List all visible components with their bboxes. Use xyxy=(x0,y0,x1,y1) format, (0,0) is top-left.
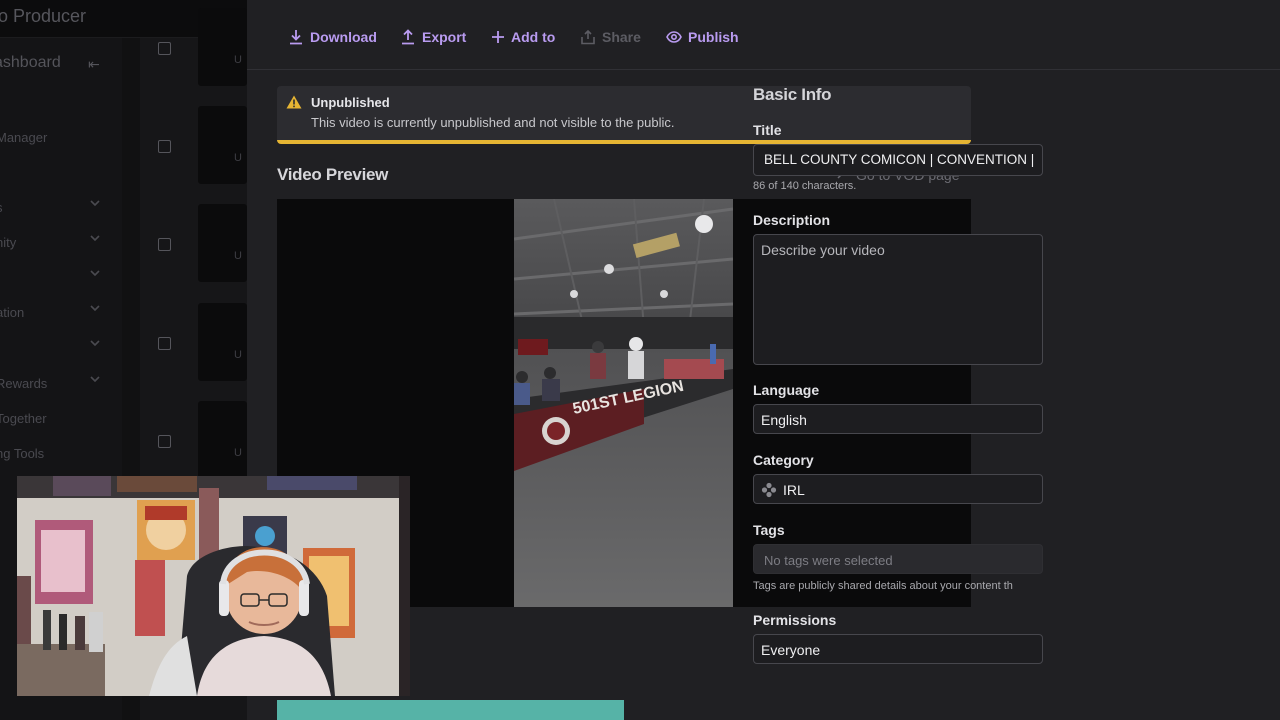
export-label: Export xyxy=(422,29,467,45)
video-preview-heading: Video Preview xyxy=(277,165,389,184)
tags-input[interactable]: No tags were selected xyxy=(753,544,1043,574)
language-select[interactable]: English xyxy=(753,404,1043,434)
tags-hint: Tags are publicly shared details about y… xyxy=(753,580,1013,592)
export-button[interactable]: Export xyxy=(400,27,466,47)
notice-title: Unpublished xyxy=(311,95,390,110)
warning-icon xyxy=(286,95,302,109)
language-label: Language xyxy=(753,382,820,398)
teal-bar xyxy=(277,700,624,720)
eye-icon xyxy=(666,29,682,45)
row-checkbox xyxy=(158,238,171,251)
category-label: Category xyxy=(753,452,814,468)
title-char-count: 86 of 140 characters. xyxy=(753,180,857,192)
row-checkbox xyxy=(158,435,171,448)
category-value: IRL xyxy=(783,482,805,498)
chevron-down-icon xyxy=(90,233,100,243)
plus-icon xyxy=(491,30,505,44)
add-to-label: Add to xyxy=(511,29,556,45)
row-checkbox xyxy=(158,140,171,153)
description-placeholder: Describe your video xyxy=(761,242,885,258)
background-video-row: U xyxy=(140,102,247,184)
background-video-row: U xyxy=(140,200,247,282)
collapse-sidebar-icon: ⇤ xyxy=(88,56,100,72)
background-video-row: U xyxy=(140,299,247,381)
chevron-down-icon xyxy=(90,338,100,348)
title-label: Title xyxy=(753,122,782,138)
permissions-label: Permissions xyxy=(753,612,837,628)
publish-button[interactable]: Publish xyxy=(666,27,739,47)
row-checkbox xyxy=(158,337,171,350)
gamepad-icon xyxy=(761,482,777,503)
basic-info-heading: Basic Info xyxy=(753,85,832,104)
upload-icon xyxy=(400,29,416,45)
language-value: English xyxy=(761,412,807,428)
permissions-value: Everyone xyxy=(761,642,821,658)
chevron-down-icon xyxy=(90,374,100,384)
share-icon xyxy=(580,29,596,45)
category-select[interactable]: IRL xyxy=(753,474,1043,504)
share-button[interactable]: Share xyxy=(580,27,641,47)
title-input-value: BELL COUNTY COMICON | CONVENTION | xyxy=(764,152,1035,167)
title-input[interactable]: BELL COUNTY COMICON | CONVENTION | xyxy=(753,144,1043,176)
video-frame: 501ST LEGION xyxy=(514,199,733,607)
background-video-row: U xyxy=(140,397,247,479)
background-video-row: U xyxy=(140,4,247,86)
description-label: Description xyxy=(753,212,831,228)
add-to-button[interactable]: Add to xyxy=(491,27,555,47)
download-icon xyxy=(288,29,304,45)
background-app-title: o Producer xyxy=(0,6,87,26)
video-thumbnail: U xyxy=(198,8,247,86)
video-thumbnail: U xyxy=(198,401,247,479)
publish-label: Publish xyxy=(688,29,739,45)
tags-placeholder: No tags were selected xyxy=(764,553,893,568)
tags-label: Tags xyxy=(753,522,785,538)
chevron-down-icon xyxy=(90,268,100,278)
row-checkbox xyxy=(158,42,171,55)
download-button[interactable]: Download xyxy=(288,27,377,47)
video-thumbnail: U xyxy=(198,303,247,381)
video-thumbnail: U xyxy=(198,204,247,282)
background-dashboard-title: ashboard xyxy=(0,54,61,71)
permissions-select[interactable]: Everyone xyxy=(753,634,1043,664)
webcam-overlay xyxy=(17,476,410,696)
share-label: Share xyxy=(602,29,641,45)
notice-message: This video is currently unpublished and … xyxy=(311,115,675,130)
download-label: Download xyxy=(310,29,377,45)
chevron-down-icon xyxy=(90,198,100,208)
description-textarea[interactable]: Describe your video xyxy=(753,234,1043,365)
basic-info-form: Basic Info Title BELL COUNTY COMICON | C… xyxy=(753,0,1043,720)
video-thumbnail: U xyxy=(198,106,247,184)
chevron-down-icon xyxy=(90,303,100,313)
